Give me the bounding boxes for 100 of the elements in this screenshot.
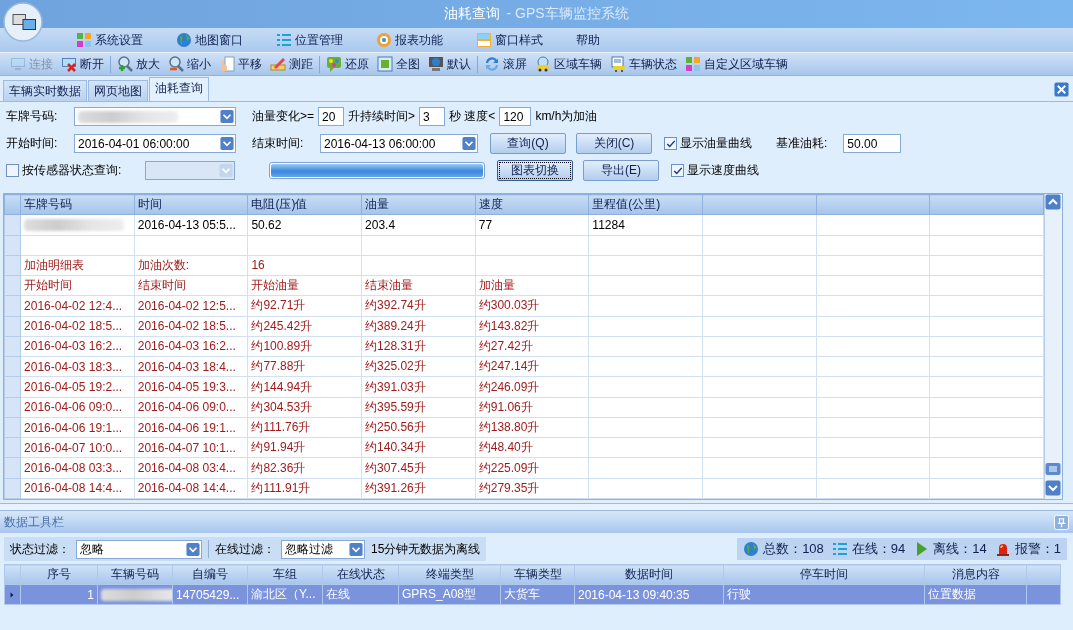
column-header[interactable]: 车辆类型 — [500, 564, 575, 585]
table-cell: 结束油量 — [361, 275, 476, 296]
menu-item[interactable]: 帮助 — [576, 31, 676, 49]
panel-title: 数据工具栏 — [4, 513, 64, 531]
table-cell: 2016-04-08 03:4... — [134, 457, 248, 479]
checkmark-icon — [672, 165, 683, 176]
tab[interactable]: 车辆实时数据 — [3, 80, 87, 101]
column-header[interactable]: 车辆号码 — [97, 564, 173, 585]
table-cell: 2016-04-06 19:1... — [134, 417, 248, 438]
table-cell: 2016-04-05 19:2... — [20, 376, 135, 398]
table-cell: 约92.71升 — [247, 295, 362, 317]
button[interactable]: 关闭(C) — [576, 133, 652, 154]
column-header[interactable] — [702, 194, 817, 215]
toolbar-button[interactable]: 测距 — [270, 55, 313, 73]
table-cell: 50.62 — [247, 214, 362, 236]
field-label: km/h为加油 — [535, 108, 598, 125]
column-header[interactable]: 速度 — [475, 194, 589, 215]
colored-grid-icon — [685, 56, 701, 72]
toolbar-button[interactable]: 缩小 — [168, 55, 211, 73]
scroll-bar[interactable] — [1044, 194, 1062, 499]
zoom-out-icon — [168, 56, 184, 72]
column-header[interactable]: 自编号 — [172, 564, 248, 585]
toolbar-button[interactable]: 断开 — [61, 55, 104, 73]
button[interactable]: 图表切换 — [497, 160, 573, 181]
input-field[interactable]: 120 — [499, 107, 532, 126]
tab[interactable]: 油耗查询 — [149, 77, 209, 101]
status-filter-dropdown[interactable]: 忽略 — [76, 539, 202, 559]
checkbox[interactable] — [6, 164, 19, 177]
table-cell: 结束时间 — [134, 275, 248, 296]
column-header[interactable] — [1026, 564, 1061, 585]
alarm-light-icon — [994, 541, 1011, 557]
column-header[interactable]: 消息内容 — [924, 564, 1027, 585]
column-header[interactable]: 车牌号码 — [20, 194, 135, 215]
monitor-cross-icon — [61, 56, 77, 72]
row-header — [4, 295, 21, 317]
column-header[interactable]: 车组 — [247, 564, 323, 585]
toolbar-button[interactable]: 平移 — [219, 55, 262, 73]
table-cell: 约144.94升 — [247, 376, 362, 398]
column-header[interactable] — [816, 194, 930, 215]
checkbox[interactable] — [664, 137, 677, 150]
field-label: 结束时间: — [252, 135, 305, 152]
field-label: 开始时间: — [6, 135, 59, 152]
field-label: 15分钟无数据为离线 — [371, 540, 481, 558]
toolbar-button[interactable]: 全图 — [377, 55, 420, 73]
field-label: 显示油量曲线 — [680, 135, 752, 152]
button[interactable]: 查询(Q) — [490, 133, 566, 154]
input-field[interactable]: 50.00 — [843, 134, 902, 153]
table-cell: 约395.59升 — [361, 397, 476, 418]
sensor-dropdown[interactable] — [145, 161, 235, 180]
toolbar-button[interactable]: 车辆状态 — [610, 55, 677, 73]
column-header[interactable]: 停车时间 — [723, 564, 925, 585]
column-header — [4, 564, 21, 585]
table-cell: 约250.56升 — [361, 417, 476, 438]
fit-frame-icon — [377, 56, 393, 72]
toolbar-button[interactable]: 默认 — [428, 55, 471, 73]
toolbar-button[interactable]: 滚屏 — [484, 55, 527, 73]
pin-icon[interactable] — [1054, 514, 1069, 530]
column-header[interactable] — [929, 194, 1044, 215]
menu-item[interactable]: 位置管理 — [276, 31, 376, 49]
field-label: 状态过滤： — [10, 540, 70, 558]
table-cell: 约128.31升 — [361, 336, 476, 357]
toolbar-button[interactable]: 放大 — [117, 55, 160, 73]
date-picker[interactable]: 2016-04-01 06:00:00 — [74, 134, 236, 153]
close-icon[interactable] — [1054, 82, 1069, 97]
column-header[interactable]: 序号 — [20, 564, 98, 585]
menu-item[interactable]: 窗口样式 — [476, 31, 576, 49]
menu-item[interactable]: 系统设置 — [76, 31, 176, 49]
table-cell: 16 — [247, 255, 362, 276]
column-header[interactable]: 在线状态 — [322, 564, 399, 585]
table-cell: 约111.91升 — [247, 478, 362, 499]
button[interactable]: 导出(E) — [583, 160, 659, 181]
date-picker[interactable]: 2016-04-13 06:00:00 — [320, 134, 478, 153]
column-header[interactable]: 数据时间 — [574, 564, 724, 585]
menu-item[interactable]: 地图窗口 — [176, 31, 276, 49]
online-filter-dropdown[interactable]: 忽略过滤 — [281, 539, 365, 559]
row-header — [4, 255, 21, 276]
splitter-bar[interactable] — [0, 503, 1073, 511]
window-icon — [476, 32, 492, 48]
table-cell: 约91.06升 — [475, 397, 589, 418]
menu-item[interactable]: 报表功能 — [376, 31, 476, 49]
checkbox[interactable] — [671, 164, 684, 177]
hand-icon — [219, 56, 235, 72]
table-cell: 2016-04-02 12:4... — [20, 295, 135, 317]
plate-dropdown[interactable] — [74, 107, 236, 126]
column-header[interactable]: 油量 — [361, 194, 476, 215]
toolbar-button[interactable]: 区域车辆 — [535, 55, 602, 73]
column-header[interactable]: 里程值(公里) — [588, 194, 703, 215]
toolbar-button[interactable]: 自定义区域车辆 — [685, 55, 788, 73]
table-cell: 2016-04-08 03:3... — [20, 457, 135, 479]
input-field[interactable]: 20 — [318, 107, 344, 126]
toolbar-button[interactable]: 还原 — [326, 55, 369, 73]
column-header[interactable]: 时间 — [134, 194, 248, 215]
row-header — [4, 437, 21, 458]
input-field[interactable]: 3 — [419, 107, 446, 126]
column-header[interactable]: 终端类型 — [398, 564, 501, 585]
column-header[interactable]: 电阻(压)值 — [247, 194, 362, 215]
tab[interactable]: 网页地图 — [88, 80, 148, 101]
table-cell: 2016-04-08 14:4... — [20, 478, 135, 499]
table-cell: 约300.03升 — [475, 295, 589, 317]
table-cell: 约225.09升 — [475, 457, 589, 479]
